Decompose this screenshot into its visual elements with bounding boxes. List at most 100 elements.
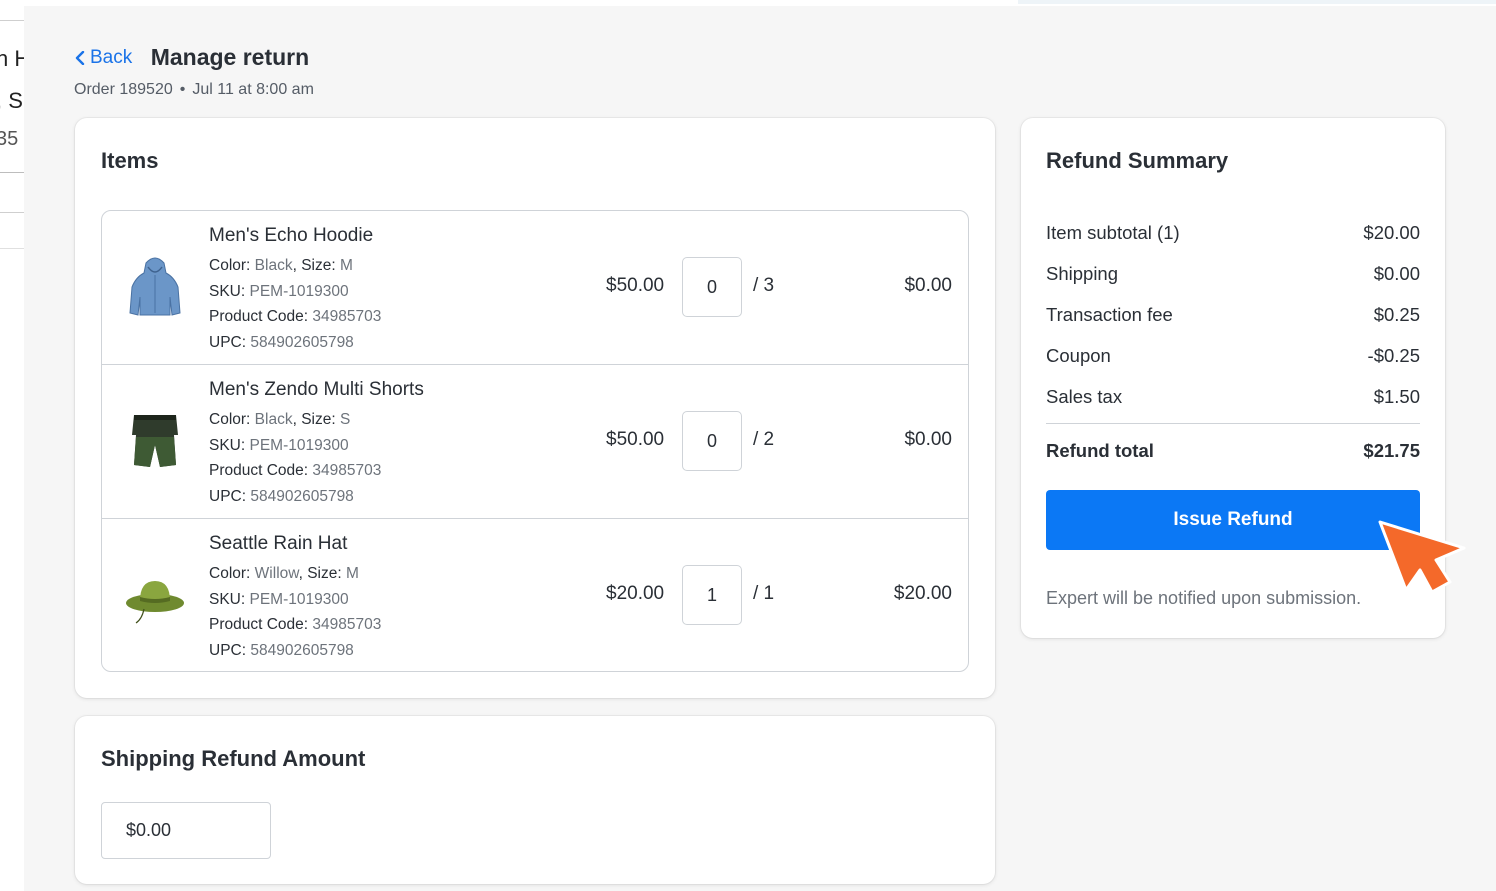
attr-label: UPC: xyxy=(209,487,247,505)
attr-value: M xyxy=(339,257,353,274)
attr-label: SKU: xyxy=(209,282,246,300)
attr-label: Size: xyxy=(301,411,336,428)
submission-notice: Expert will be notified upon submission. xyxy=(1046,588,1362,608)
item-price: $50.00 xyxy=(606,275,665,296)
item-price: $50.00 xyxy=(606,429,665,450)
item-attr-product-code: Product Code: 34985703 xyxy=(209,458,424,484)
summary-label: Transaction fee xyxy=(1046,303,1173,325)
summary-value: $0.00 xyxy=(1373,262,1420,284)
item-row: Men's Echo Hoodie Color: Black, Size: M … xyxy=(102,211,968,365)
attr-label: Product Code: xyxy=(209,616,309,633)
attr-label: Product Code: xyxy=(209,308,309,325)
attr-value: 34985703 xyxy=(312,616,382,633)
attr-value: 584902605798 xyxy=(250,333,354,351)
attr-value: 584902605798 xyxy=(250,641,354,659)
item-name: Men's Echo Hoodie xyxy=(209,225,374,246)
attr-label: Size: xyxy=(307,565,342,582)
chevron-left-icon xyxy=(75,51,85,65)
summary-value: $0.25 xyxy=(1373,303,1420,325)
attr-label: Product Code: xyxy=(209,462,309,479)
attr-value: 584902605798 xyxy=(250,487,354,505)
qty-ordered: / 1 xyxy=(753,583,775,604)
item-attr-sku: SKU: PEM-1019300 xyxy=(209,433,424,459)
attr-value: 34985703 xyxy=(312,462,382,479)
attr-label: Color: xyxy=(209,257,251,274)
refund-total-row: Refund total $21.75 xyxy=(1046,428,1420,474)
hat-icon xyxy=(126,581,184,624)
return-qty-input[interactable] xyxy=(682,411,742,471)
row-refund-total: $0.00 xyxy=(904,275,952,296)
items-table: Men's Echo Hoodie Color: Black, Size: M … xyxy=(101,210,969,672)
item-attr-upc: UPC: 584902605798 xyxy=(209,484,424,510)
shipping-refund-card: Shipping Refund Amount xyxy=(75,716,995,884)
attr-value: S xyxy=(339,411,351,428)
item-row: Men's Zendo Multi Shorts Color: Black, S… xyxy=(102,365,968,519)
manage-return-panel: Back Manage return Order 189520 • Jul 11 a… xyxy=(24,6,1496,891)
attr-label: Size: xyxy=(301,257,336,274)
summary-row: Sales tax $1.50 xyxy=(1046,376,1420,417)
item-info: Men's Zendo Multi Shorts Color: Black, S… xyxy=(209,379,424,509)
item-info: Men's Echo Hoodie Color: Black, Size: M … xyxy=(209,225,381,355)
item-info: Seattle Rain Hat Color: Willow, Size: M … xyxy=(209,533,381,663)
item-row: Seattle Rain Hat Color: Willow, Size: M … xyxy=(102,519,968,671)
attr-value: PEM-1019300 xyxy=(249,590,349,608)
attr-value: Willow xyxy=(254,565,299,582)
summary-label: Shipping xyxy=(1046,262,1119,284)
item-attr-upc: UPC: 584902605798 xyxy=(209,638,381,664)
attr-value: 34985703 xyxy=(312,308,382,325)
item-attr-product-code: Product Code: 34985703 xyxy=(209,612,381,638)
qty-ordered: / 3 xyxy=(753,275,775,296)
background-text: , S xyxy=(0,88,23,113)
row-refund-total: $0.00 xyxy=(904,429,952,450)
background-text: 35 xyxy=(0,128,19,150)
attr-label: Color: xyxy=(209,411,251,428)
page-title: Manage return xyxy=(150,44,310,70)
shipping-refund-title: Shipping Refund Amount xyxy=(101,746,366,771)
item-attr-color-size: Color: Black, Size: M xyxy=(209,257,353,274)
issue-refund-button[interactable]: Issue Refund xyxy=(1046,490,1420,550)
row-refund-total: $20.00 xyxy=(893,583,952,604)
back-link[interactable]: Back xyxy=(74,47,132,69)
order-meta: Order 189520 • Jul 11 at 8:00 am xyxy=(74,81,314,99)
summary-value: $20.00 xyxy=(1363,221,1420,243)
summary-row: Coupon -$0.25 xyxy=(1046,335,1420,376)
item-attr-sku: SKU: PEM-1019300 xyxy=(209,279,381,305)
summary-row: Shipping $0.00 xyxy=(1046,253,1420,294)
refund-total-value: $21.75 xyxy=(1363,440,1420,461)
return-qty-input[interactable] xyxy=(682,565,742,625)
pointer-cursor-icon xyxy=(1378,520,1466,594)
order-date: Jul 11 at 8:00 am xyxy=(192,81,314,98)
back-label: Back xyxy=(90,47,133,68)
attr-label: SKU: xyxy=(209,590,246,608)
refund-summary-title: Refund Summary xyxy=(1046,148,1229,173)
top-strip xyxy=(1018,0,1496,4)
attr-label: UPC: xyxy=(209,641,247,659)
item-price: $20.00 xyxy=(606,583,665,604)
item-name: Seattle Rain Hat xyxy=(209,533,348,554)
hoodie-icon xyxy=(129,257,181,316)
qty-ordered: / 2 xyxy=(753,429,775,450)
attr-value: M xyxy=(346,565,359,582)
item-attr-color-size: Color: Black, Size: S xyxy=(209,411,351,428)
refund-total-label: Refund total xyxy=(1046,440,1154,461)
attr-value: PEM-1019300 xyxy=(249,282,349,300)
page-header: Back Manage return Order 189520 • Jul 11 a… xyxy=(74,44,314,99)
item-attr-upc: UPC: 584902605798 xyxy=(209,330,381,356)
item-attr-product-code: Product Code: 34985703 xyxy=(209,304,381,330)
summary-label: Sales tax xyxy=(1046,385,1123,407)
item-name: Men's Zendo Multi Shorts xyxy=(209,379,424,400)
separator-dot: • xyxy=(179,81,186,98)
return-qty-input[interactable] xyxy=(682,257,742,317)
summary-row: Item subtotal (1) $20.00 xyxy=(1046,212,1420,253)
summary-row: Transaction fee $0.25 xyxy=(1046,294,1420,335)
item-attr-color-size: Color: Willow, Size: M xyxy=(209,565,359,582)
order-number: Order 189520 xyxy=(74,81,173,98)
attr-value: Black xyxy=(254,257,293,274)
shipping-refund-input[interactable] xyxy=(101,802,271,859)
summary-value: $1.50 xyxy=(1373,385,1420,407)
attr-value: PEM-1019300 xyxy=(249,436,349,454)
summary-label: Item subtotal (1) xyxy=(1046,221,1180,243)
items-title: Items xyxy=(101,148,159,173)
attr-label: UPC: xyxy=(209,333,247,351)
shorts-icon xyxy=(132,415,178,467)
